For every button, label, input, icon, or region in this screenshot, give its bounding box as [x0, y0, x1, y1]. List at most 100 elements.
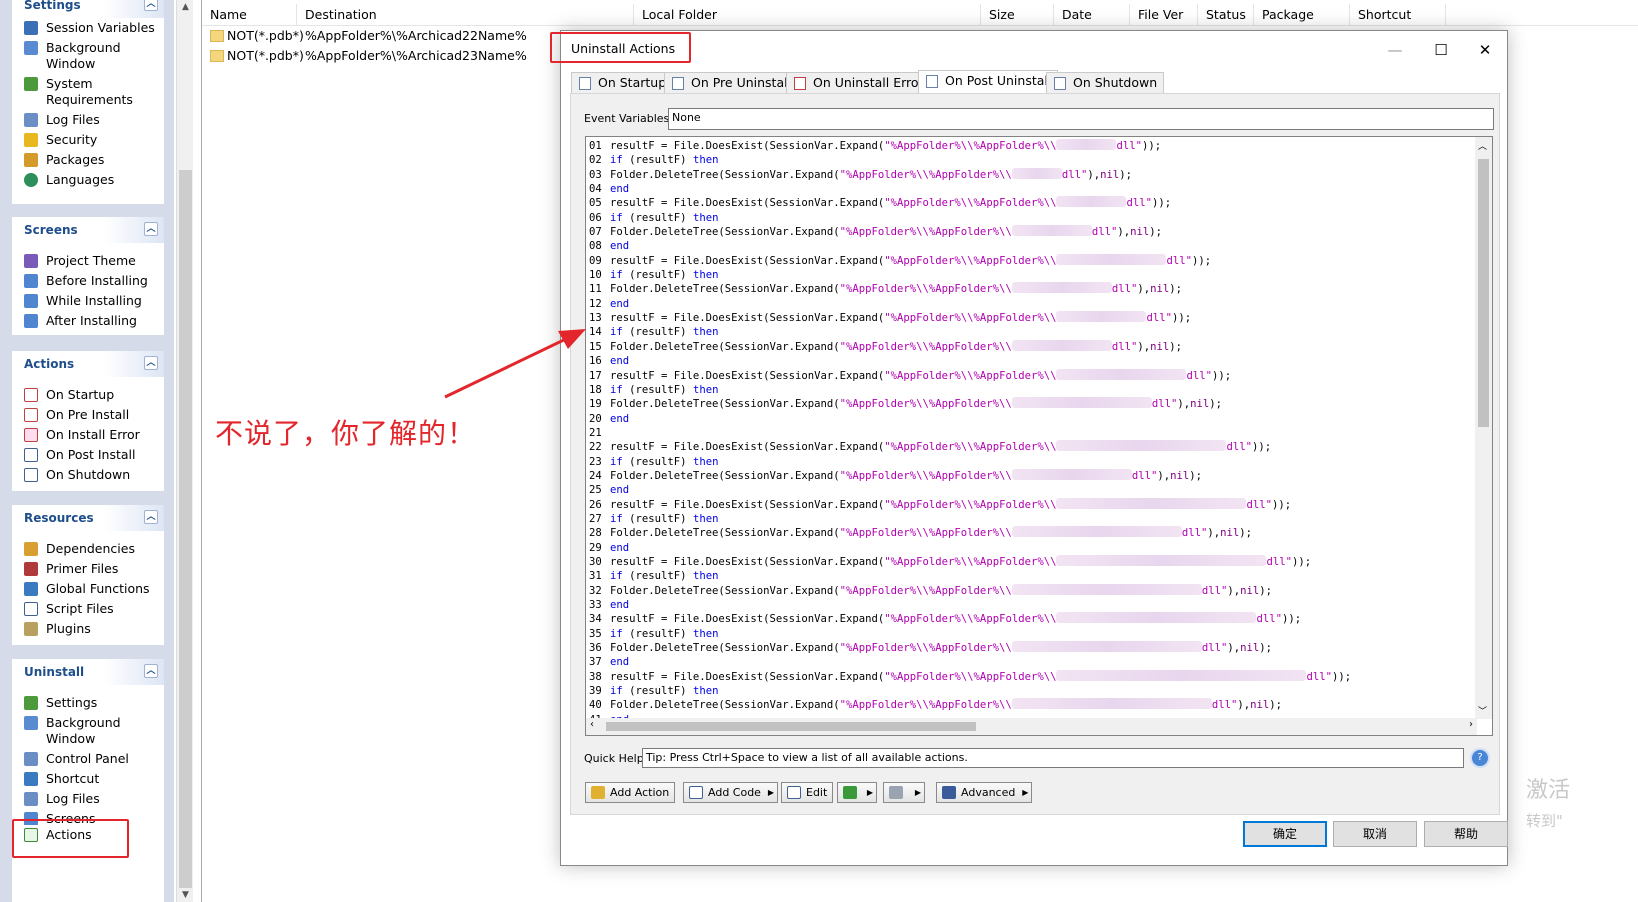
- sidebar-item-uninstall-log-files[interactable]: Log Files: [12, 789, 164, 809]
- sidebar-item-security[interactable]: Security: [12, 130, 164, 150]
- collapse-icon[interactable]: ︿: [144, 356, 158, 370]
- settings-group: Settings ︿ Session Variables Background W…: [12, 0, 164, 204]
- add-action-button[interactable]: Add Action: [585, 782, 676, 803]
- folder-icon: [210, 30, 224, 42]
- script-editor[interactable]: 01 resultF = File.DoesExist(SessionVar.Ex…: [585, 136, 1493, 736]
- tab-on-pre-uninstall[interactable]: On Pre Uninstall: [664, 72, 799, 94]
- advanced-button[interactable]: Advanced: [936, 782, 1033, 803]
- sidebar-item-global-functions[interactable]: Global Functions: [12, 579, 164, 599]
- column-header-shortcut[interactable]: Shortcut: [1350, 4, 1446, 26]
- close-icon[interactable]: ✕: [1465, 37, 1505, 63]
- annotation-arrow-icon: [444, 329, 586, 399]
- screens-group: Screens ︿ Project Theme Before Installing…: [12, 217, 164, 335]
- settings-group-header[interactable]: Settings ︿: [12, 0, 164, 18]
- maximize-icon[interactable]: ☐: [1421, 37, 1461, 63]
- scroll-up-icon[interactable]: ▲: [177, 2, 194, 12]
- run-button[interactable]: [837, 782, 877, 803]
- log-icon: [24, 792, 38, 806]
- column-header-status[interactable]: Status: [1198, 4, 1254, 26]
- file-list-header: Name Destination Local Folder Size Date …: [202, 4, 1638, 26]
- log-icon: [24, 113, 38, 127]
- column-header-destination[interactable]: Destination: [297, 4, 634, 26]
- editor-horizontal-scrollbar[interactable]: ‹ ›: [586, 718, 1477, 735]
- add-code-button[interactable]: Add Code: [683, 782, 778, 803]
- edit-button[interactable]: Edit: [781, 782, 834, 803]
- sidebar-item-script-files[interactable]: Script Files: [12, 599, 164, 619]
- script-icon: [926, 75, 938, 88]
- column-header-package[interactable]: Package: [1254, 4, 1350, 26]
- sidebar-item-project-theme[interactable]: Project Theme: [12, 251, 164, 271]
- sidebar-item-on-install-error[interactable]: On Install Error: [12, 425, 164, 445]
- script-icon: [1054, 77, 1066, 90]
- actions-group-header[interactable]: Actions ︿: [12, 351, 164, 377]
- sidebar-item-after-installing[interactable]: After Installing: [12, 311, 164, 331]
- editor-vertical-scrollbar[interactable]: ︿ ﹀: [1475, 137, 1492, 719]
- event-variables-field[interactable]: None: [668, 108, 1494, 130]
- column-header-name[interactable]: Name: [202, 4, 297, 26]
- sidebar-item-session-variables[interactable]: Session Variables: [12, 18, 164, 38]
- help-button[interactable]: 帮助: [1424, 821, 1508, 847]
- sidebar-item-on-pre-install[interactable]: On Pre Install: [12, 405, 164, 425]
- sidebar-item-on-startup[interactable]: On Startup: [12, 385, 164, 405]
- uninstall-group: Uninstall ︿ Settings Background Window Co…: [12, 659, 164, 902]
- primer-icon: [24, 562, 38, 576]
- code-icon: [689, 786, 703, 799]
- collapse-icon[interactable]: ︿: [144, 664, 158, 678]
- script-icon: [672, 77, 684, 90]
- tab-on-post-uninstall[interactable]: On Post Uninstall: [918, 70, 1059, 94]
- tab-on-shutdown[interactable]: On Shutdown: [1046, 72, 1165, 94]
- scrollbar-thumb[interactable]: [1478, 159, 1489, 427]
- scroll-down-icon[interactable]: ▼: [177, 890, 194, 900]
- collapse-icon[interactable]: ︿: [144, 0, 158, 11]
- script-file-icon: [24, 602, 38, 616]
- screens-group-header[interactable]: Screens ︿: [12, 217, 164, 243]
- table-row[interactable]: NOT(*.pdb*) %AppFolder%\%Archicad22Name%: [210, 26, 527, 46]
- sidebar-item-uninstall-background-window[interactable]: Background Window: [12, 713, 164, 749]
- resources-group-header[interactable]: Resources ︿: [12, 505, 164, 531]
- activation-watermark-sub: 转到": [1526, 812, 1563, 830]
- sidebar-item-log-files[interactable]: Log Files: [12, 110, 164, 130]
- column-header-size[interactable]: Size: [981, 4, 1054, 26]
- table-row[interactable]: NOT(*.pdb*) %AppFolder%\%Archicad23Name%: [210, 46, 527, 66]
- function-icon: [24, 582, 38, 596]
- sidebar-item-primer-files[interactable]: Primer Files: [12, 559, 164, 579]
- tools-button[interactable]: [883, 782, 925, 803]
- sidebar-item-shortcut[interactable]: Shortcut: [12, 769, 164, 789]
- sidebar-item-before-installing[interactable]: Before Installing: [12, 271, 164, 291]
- sidebar-item-packages[interactable]: Packages: [12, 150, 164, 170]
- scrollbar-thumb[interactable]: [606, 722, 976, 731]
- column-header-local-folder[interactable]: Local Folder: [634, 4, 981, 26]
- play-icon: [843, 786, 857, 799]
- scrollbar-thumb[interactable]: [179, 170, 192, 888]
- sidebar-scrollbar[interactable]: ▲ ▼: [176, 0, 193, 902]
- requirements-icon: [24, 77, 38, 91]
- help-icon[interactable]: ?: [1470, 748, 1490, 768]
- sidebar-item-system-requirements[interactable]: System Requirements: [12, 74, 164, 110]
- code-lines: 01 resultF = File.DoesExist(SessionVar.Ex…: [589, 139, 1352, 726]
- sidebar-item-on-post-install[interactable]: On Post Install: [12, 445, 164, 465]
- minimize-icon[interactable]: —: [1375, 37, 1415, 63]
- sidebar-item-on-shutdown[interactable]: On Shutdown: [12, 465, 164, 485]
- actions-group: Actions ︿ On Startup On Pre Install On In…: [12, 351, 164, 491]
- collapse-icon[interactable]: ︿: [144, 510, 158, 524]
- sidebar-item-while-installing[interactable]: While Installing: [12, 291, 164, 311]
- column-header-date[interactable]: Date: [1054, 4, 1130, 26]
- sidebar-item-dependencies[interactable]: Dependencies: [12, 539, 164, 559]
- uninstall-group-header[interactable]: Uninstall ︿: [12, 659, 164, 685]
- collapse-icon[interactable]: ︿: [144, 222, 158, 236]
- uninstall-actions-dialog: Uninstall Actions — ☐ ✕ On Startup On Pr…: [560, 30, 1508, 866]
- sidebar-item-control-panel[interactable]: Control Panel: [12, 749, 164, 769]
- dependency-icon: [24, 542, 38, 556]
- cancel-button[interactable]: 取消: [1333, 821, 1417, 847]
- sidebar-item-background-window[interactable]: Background Window: [12, 38, 164, 74]
- column-header-file-ver[interactable]: File Ver: [1130, 4, 1198, 26]
- tab-on-startup[interactable]: On Startup: [571, 72, 674, 94]
- tab-on-uninstall-error[interactable]: On Uninstall Error: [786, 72, 931, 94]
- sidebar-item-uninstall-settings[interactable]: Settings: [12, 693, 164, 713]
- sidebar-item-plugins[interactable]: Plugins: [12, 619, 164, 639]
- sidebar-item-languages[interactable]: Languages: [12, 170, 164, 190]
- dialog-body: Event Variables: None 01 resultF = File.D…: [570, 93, 1500, 815]
- shortcut-icon: [24, 772, 38, 786]
- ok-button[interactable]: 确定: [1243, 821, 1327, 847]
- screen-icon: [24, 314, 38, 328]
